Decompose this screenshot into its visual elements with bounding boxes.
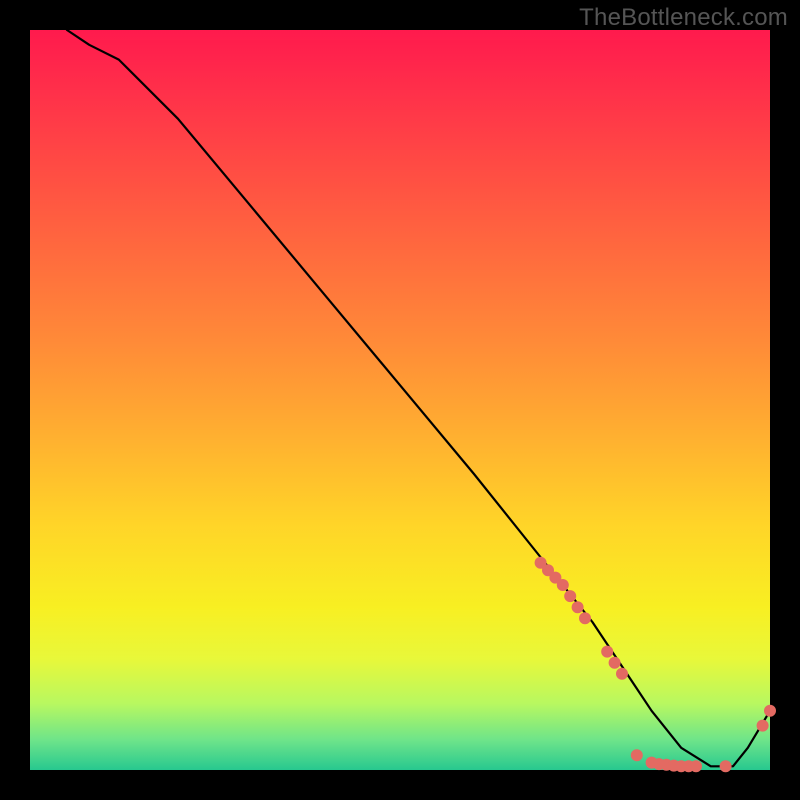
data-marker — [690, 760, 702, 772]
data-marker — [757, 720, 769, 732]
watermark-text: TheBottleneck.com — [579, 4, 788, 32]
chart-svg — [30, 30, 770, 770]
data-marker — [557, 579, 569, 591]
curve-line — [67, 30, 770, 766]
data-markers — [535, 557, 776, 773]
plot-area — [30, 30, 770, 770]
data-marker — [616, 668, 628, 680]
data-marker — [572, 601, 584, 613]
data-marker — [579, 612, 591, 624]
data-marker — [601, 646, 613, 658]
chart-frame: TheBottleneck.com — [0, 0, 800, 800]
data-marker — [631, 749, 643, 761]
data-marker — [564, 590, 576, 602]
data-marker — [609, 657, 621, 669]
data-marker — [720, 760, 732, 772]
data-marker — [764, 705, 776, 717]
